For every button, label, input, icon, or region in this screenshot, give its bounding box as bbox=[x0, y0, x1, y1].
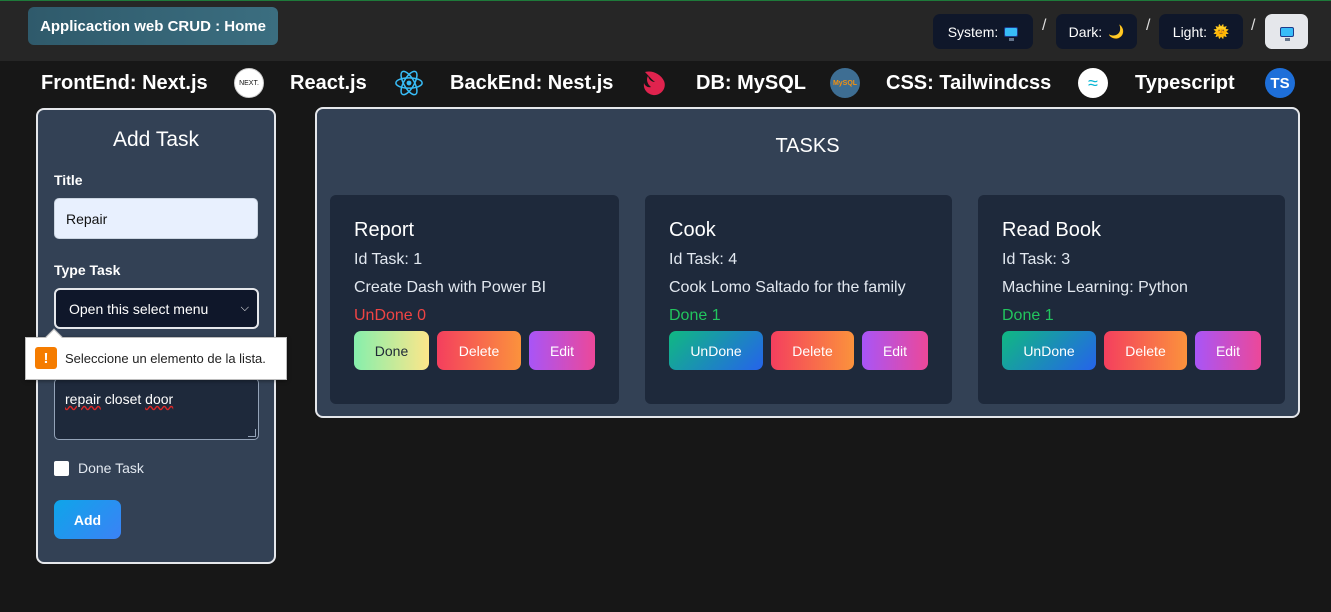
done-task-checkbox[interactable] bbox=[54, 461, 69, 476]
task-description: Cook Lomo Saltado for the family bbox=[669, 279, 906, 296]
tech-nestjs-label: BackEnd: Nest.js bbox=[450, 71, 614, 94]
type-task-select-value: Open this select menu bbox=[69, 300, 209, 317]
tasks-heading: TASKS bbox=[775, 135, 840, 157]
tech-react-label: React.js bbox=[290, 71, 367, 94]
monitor-icon bbox=[1279, 26, 1294, 41]
done-button[interactable]: Done bbox=[354, 331, 429, 370]
theme-dark-button[interactable]: Dark: 🌙 bbox=[1056, 14, 1137, 49]
title-input[interactable]: Repair bbox=[54, 198, 258, 239]
resize-handle-icon[interactable] bbox=[248, 429, 256, 437]
description-text: repair closet door bbox=[65, 391, 174, 407]
task-status: UnDone 0 bbox=[354, 307, 427, 324]
tech-typescript-label: Typescript bbox=[1135, 71, 1235, 94]
type-task-label: Type Task bbox=[54, 262, 121, 278]
theme-separator: / bbox=[1251, 17, 1256, 34]
moon-icon: 🌙 bbox=[1108, 23, 1125, 39]
theme-separator: / bbox=[1042, 17, 1047, 34]
delete-button[interactable]: Delete bbox=[771, 331, 854, 370]
nextjs-icon: NEXT. bbox=[234, 68, 264, 98]
task-id: Id Task: 1 bbox=[354, 251, 423, 268]
add-task-heading: Add Task bbox=[113, 128, 199, 151]
top-bar: Applicaction web CRUD : Home System: / D… bbox=[0, 0, 1331, 61]
description-textarea[interactable]: repair closet door bbox=[54, 378, 259, 440]
task-description: Machine Learning: Python bbox=[1002, 279, 1188, 296]
task-description: Create Dash with Power BI bbox=[354, 279, 547, 296]
add-button[interactable]: Add bbox=[54, 500, 121, 539]
theme-dark-label: Dark: bbox=[1068, 23, 1103, 40]
task-card: Cook Id Task: 4 Cook Lomo Saltado for th… bbox=[645, 195, 952, 404]
add-task-form: Add Task Title Repair Type Task Open thi… bbox=[36, 108, 276, 564]
task-id: Id Task: 3 bbox=[1002, 251, 1071, 268]
type-task-select[interactable]: Open this select menu ⌵ bbox=[54, 288, 259, 329]
task-card: Report Id Task: 1 Create Dash with Power… bbox=[330, 195, 619, 404]
task-card: Read Book Id Task: 3 Machine Learning: P… bbox=[978, 195, 1285, 404]
theme-separator: / bbox=[1146, 17, 1151, 34]
undone-button[interactable]: UnDone bbox=[1002, 331, 1096, 370]
chevron-down-icon: ⌵ bbox=[240, 302, 249, 314]
task-title: Cook bbox=[669, 219, 716, 241]
nestjs-icon bbox=[639, 68, 669, 98]
edit-button[interactable]: Edit bbox=[1195, 331, 1261, 370]
warning-icon: ! bbox=[35, 347, 57, 369]
task-title: Read Book bbox=[1002, 219, 1101, 241]
validation-tooltip: ! Seleccione un elemento de la lista. bbox=[25, 328, 287, 380]
task-id: Id Task: 4 bbox=[669, 251, 738, 268]
monitor-icon bbox=[1004, 26, 1019, 41]
edit-button[interactable]: Edit bbox=[862, 331, 928, 370]
undone-button[interactable]: UnDone bbox=[669, 331, 763, 370]
sun-icon: 🌞 bbox=[1213, 23, 1230, 39]
task-status: Done 1 bbox=[1002, 307, 1054, 324]
tech-tailwind-label: CSS: Tailwindcss bbox=[886, 71, 1052, 94]
misspelled-word: repair bbox=[65, 391, 101, 407]
tasks-panel: TASKS Report Id Task: 1 Create Dash with… bbox=[315, 107, 1300, 418]
validation-message: Seleccione un elemento de la lista. bbox=[65, 351, 266, 366]
task-title: Report bbox=[354, 219, 415, 241]
theme-light-button[interactable]: Light: 🌞 bbox=[1159, 14, 1243, 49]
tailwind-icon: ≈ bbox=[1078, 68, 1108, 98]
done-task-label: Done Task bbox=[78, 460, 144, 476]
mysql-icon: MySQL bbox=[830, 68, 860, 98]
app-title-button[interactable]: Applicaction web CRUD : Home bbox=[28, 7, 278, 45]
delete-button[interactable]: Delete bbox=[1104, 331, 1187, 370]
task-status: Done 1 bbox=[669, 307, 721, 324]
tech-mysql-label: DB: MySQL bbox=[696, 71, 806, 94]
theme-system-label: System: bbox=[947, 23, 999, 40]
current-theme-button[interactable] bbox=[1265, 14, 1308, 49]
theme-system-button[interactable]: System: bbox=[933, 14, 1033, 49]
edit-button[interactable]: Edit bbox=[529, 331, 595, 370]
delete-button[interactable]: Delete bbox=[437, 331, 521, 370]
typescript-icon: TS bbox=[1265, 68, 1295, 98]
title-label: Title bbox=[54, 172, 83, 188]
tech-nextjs-label: FrontEnd: Next.js bbox=[41, 71, 208, 94]
theme-light-label: Light: bbox=[1172, 23, 1208, 40]
react-icon bbox=[394, 68, 424, 98]
